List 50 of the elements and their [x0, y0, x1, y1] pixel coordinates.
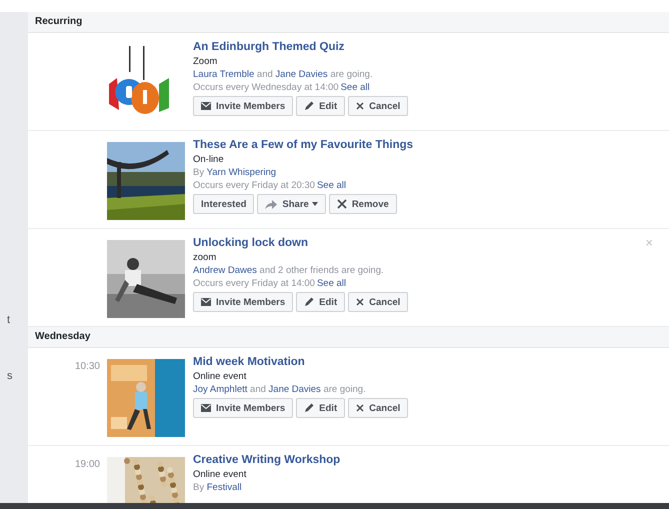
attendees-text: Laura Tremble and Jane Davies are going. — [193, 68, 373, 81]
event-action-button[interactable]: Interested — [193, 194, 254, 214]
pencil-icon — [304, 297, 314, 307]
event-time: 19:00 — [74, 459, 100, 470]
attendees-text: Joy Amphlett and Jane Davies are going. — [193, 383, 366, 396]
event-location: Online event — [193, 468, 248, 481]
event-action-button[interactable]: Cancel — [348, 292, 408, 312]
section-header: Recurring — [28, 12, 669, 33]
event-action-button[interactable]: Cancel — [348, 398, 408, 418]
see-all-link[interactable]: See all — [340, 81, 370, 94]
event-action-button[interactable]: Invite Members — [193, 398, 294, 418]
recurrence-text: Occurs every Wednesday at 14:00 — [193, 81, 339, 94]
attendees-text: By Yarn Whispering — [193, 166, 276, 179]
sidebar-text[interactable]: s — [7, 370, 12, 382]
event-action-button[interactable]: Share — [257, 194, 326, 214]
event-action-button[interactable]: Invite Members — [193, 292, 294, 312]
recurrence-text: Occurs every Friday at 14:00 — [193, 277, 315, 290]
attendees-text: By Festivall — [193, 481, 242, 494]
event-action-button[interactable]: Invite Members — [193, 96, 294, 116]
event-action-button[interactable]: Edit — [296, 292, 346, 312]
event-location: Online event — [193, 370, 248, 383]
recurrence-text: Occurs every Friday at 20:30 — [193, 179, 315, 192]
event-action-button[interactable]: Remove — [328, 194, 397, 214]
share-arrow-icon — [265, 200, 278, 208]
event-title[interactable]: An Edinburgh Themed Quiz — [193, 40, 344, 55]
attendees-text: Andrew Dawes and 2 other friends are going. — [193, 264, 384, 277]
close-icon — [356, 298, 364, 306]
envelope-icon — [201, 102, 211, 110]
pencil-icon — [304, 403, 314, 413]
event-title[interactable]: Creative Writing Workshop — [193, 453, 340, 468]
event-action-button[interactable]: Edit — [296, 96, 346, 116]
close-icon — [336, 199, 347, 209]
event-action-button[interactable]: Cancel — [348, 96, 408, 116]
sidebar-text[interactable]: t — [7, 314, 10, 326]
section-header: Wednesday — [28, 327, 669, 348]
envelope-icon — [201, 404, 211, 412]
close-icon — [356, 404, 364, 412]
event-title[interactable]: Unlocking lock down — [193, 236, 308, 251]
event-location: Zoom — [193, 55, 218, 68]
envelope-icon — [201, 298, 211, 306]
pencil-icon — [304, 101, 314, 111]
event-title[interactable]: These Are a Few of my Favourite Things — [193, 138, 414, 153]
event-location: zoom — [193, 251, 218, 264]
see-all-link[interactable]: See all — [316, 179, 346, 192]
event-action-button[interactable]: Edit — [296, 398, 346, 418]
event-location: On-line — [193, 153, 225, 166]
close-icon — [356, 102, 364, 110]
event-title[interactable]: Mid week Motivation — [193, 355, 305, 370]
see-all-link[interactable]: See all — [316, 277, 346, 290]
event-time: 10:30 — [74, 361, 100, 372]
